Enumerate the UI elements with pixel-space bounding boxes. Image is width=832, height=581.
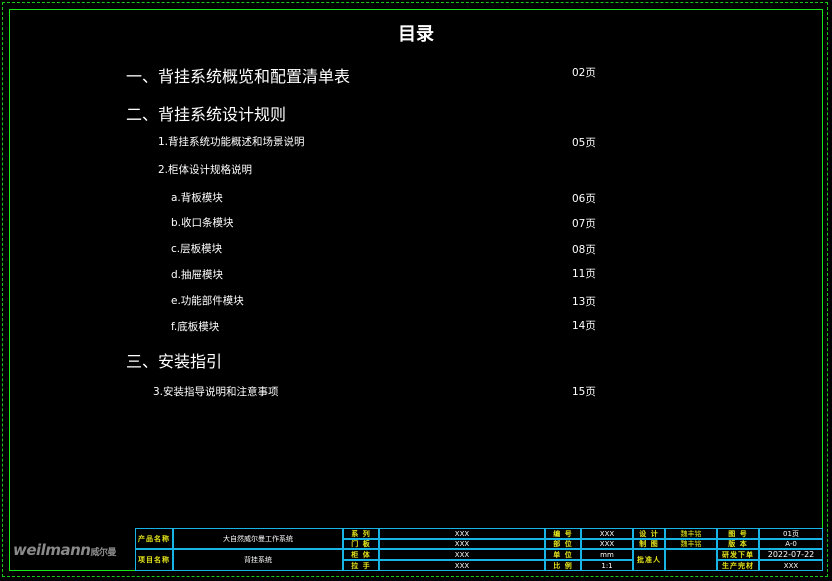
part-value: XXX <box>581 539 633 549</box>
part-label: 部 位 <box>545 539 581 549</box>
toc-subitem: b.收口条模块 <box>171 217 234 229</box>
project-name-label: 项目名称 <box>135 549 173 571</box>
scale-value: 1:1 <box>581 560 633 571</box>
scale-label: 比 例 <box>545 560 581 571</box>
issue-label: 研发下单 <box>717 549 759 560</box>
section-heading-3: 三、安装指引 <box>126 352 223 371</box>
prod-label: 生产完材 <box>717 560 759 571</box>
toc-subitem-page: 14页 <box>572 320 596 332</box>
sheet-value: 01页 <box>759 528 823 539</box>
toc-item-page: 05页 <box>572 137 596 149</box>
unit-value: mm <box>581 549 633 560</box>
section-heading-1: 一、背挂系统概览和配置清单表 <box>126 67 351 86</box>
toc-subitem-page: 08页 <box>572 244 596 256</box>
toc-subitem-page: 11页 <box>572 268 596 280</box>
product-name-label: 产品名称 <box>135 528 173 549</box>
product-name: 大自然威尔曼工作系统 <box>173 528 343 549</box>
toc-subitem-page: 07页 <box>572 218 596 230</box>
approver-label: 批准人 <box>633 549 665 571</box>
title-block: weilmann威尔曼 产品名称 大自然威尔曼工作系统 项目名称 背挂系统 系 … <box>9 528 823 571</box>
code-value: XXX <box>581 528 633 539</box>
logo-cn: 威尔曼 <box>90 548 116 558</box>
version-label: 版 本 <box>717 539 759 549</box>
handle-value: XXX <box>379 560 545 571</box>
unit-label: 单 位 <box>545 549 581 560</box>
version-value: A-0 <box>759 539 823 549</box>
draw-value: 魏丰铭 <box>665 539 717 549</box>
prod-value: XXX <box>759 560 823 571</box>
design-label: 设 计 <box>633 528 665 539</box>
finish-label: 柜 体 <box>343 549 379 560</box>
design-value: 魏丰铭 <box>665 528 717 539</box>
toc-item-page: 15页 <box>572 386 596 398</box>
section-heading-2: 二、背挂系统设计规则 <box>126 105 287 124</box>
page-title: 目录 <box>398 24 434 45</box>
toc-subitem: d.抽屉模块 <box>171 269 224 281</box>
toc-subitem: e.功能部件模块 <box>171 295 244 307</box>
approver-value <box>665 549 717 571</box>
toc-subitem-page: 13页 <box>572 296 596 308</box>
toc-subitem: a.背板模块 <box>171 192 223 204</box>
door-label: 门 板 <box>343 539 379 549</box>
finish-value: XXX <box>379 549 545 560</box>
toc-item: 1.背挂系统功能概述和场景说明 <box>158 136 305 148</box>
inner-frame <box>9 9 823 571</box>
series-value: XXX <box>379 528 545 539</box>
toc-subitem-page: 06页 <box>572 193 596 205</box>
door-value: XXX <box>379 539 545 549</box>
company-logo: weilmann威尔曼 <box>13 541 116 559</box>
sheet-label: 图 号 <box>717 528 759 539</box>
toc-subitem: c.层板模块 <box>171 243 223 255</box>
toc-subitem: f.底板模块 <box>171 321 220 333</box>
draw-label: 制 图 <box>633 539 665 549</box>
project-name: 背挂系统 <box>173 549 343 571</box>
issue-date: 2022-07-22 <box>759 549 823 560</box>
series-label: 系 列 <box>343 528 379 539</box>
handle-label: 拉 手 <box>343 560 379 571</box>
logo-text: weilmann <box>13 541 91 559</box>
code-label: 编 号 <box>545 528 581 539</box>
section-page-1: 02页 <box>572 67 596 79</box>
toc-item: 3.安装指导说明和注意事项 <box>153 386 279 398</box>
toc-item: 2.柜体设计规格说明 <box>158 164 253 176</box>
